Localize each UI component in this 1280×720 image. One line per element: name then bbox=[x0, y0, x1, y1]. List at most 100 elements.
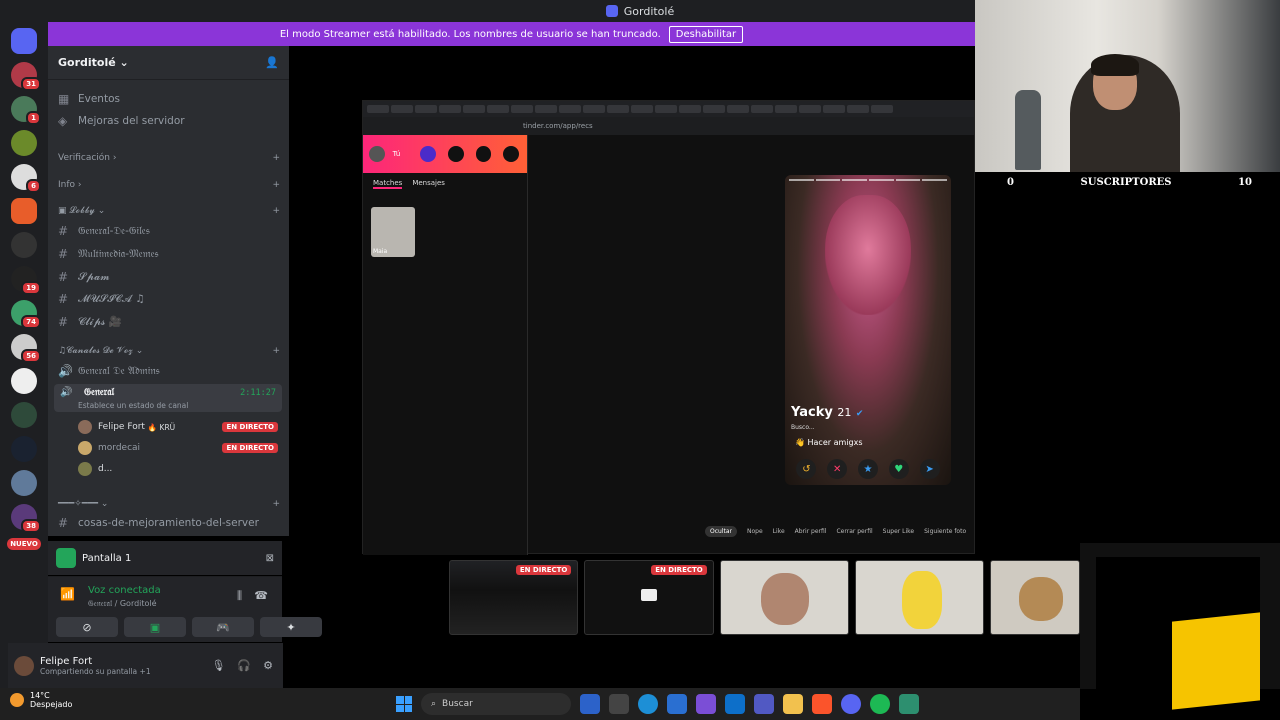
app-icon[interactable] bbox=[580, 694, 600, 714]
server-header[interactable]: Gorditolé ⌄ 👤 bbox=[48, 46, 289, 80]
windows-start-icon[interactable] bbox=[396, 696, 412, 712]
stream-thumbnail[interactable]: EN DIRECTO bbox=[449, 560, 579, 635]
shield-icon bbox=[503, 146, 520, 162]
microphone-icon[interactable]: 🎙 bbox=[211, 659, 225, 672]
participant-tile[interactable] bbox=[855, 560, 985, 635]
explore-icon bbox=[448, 146, 464, 162]
server-icon[interactable]: 56 bbox=[11, 334, 41, 363]
headphones-icon[interactable]: 🎧 bbox=[237, 659, 251, 672]
sidebar-item-boosts[interactable]: ◈ Mejoras del servidor bbox=[58, 112, 280, 130]
avatar[interactable] bbox=[14, 655, 34, 676]
server-icon[interactable] bbox=[11, 436, 37, 462]
soundboard-button[interactable]: ✦ bbox=[260, 617, 322, 637]
channel-mejoramiento[interactable]: # cosas-de-mejoramiento-del-server bbox=[58, 514, 280, 532]
server-icon[interactable] bbox=[11, 470, 37, 496]
discord-icon[interactable] bbox=[841, 694, 861, 714]
voice-channel-admins[interactable]: 🔊 𝔊𝔢𝔫𝔢𝔯𝔞𝔩 𝔇𝔢 𝔄𝔡𝔪𝔦𝔫𝔰 bbox=[58, 362, 280, 380]
new-badge: NUEVO bbox=[7, 538, 41, 550]
profile-photo bbox=[825, 195, 911, 315]
server-icon[interactable]: 74 bbox=[11, 300, 41, 329]
server-icon[interactable] bbox=[11, 368, 37, 394]
sidebar-item-events[interactable]: ▦ Eventos bbox=[58, 90, 280, 108]
server-icon[interactable]: 19 bbox=[11, 266, 41, 295]
copilot-icon[interactable] bbox=[696, 694, 716, 714]
photo-progress bbox=[789, 179, 948, 181]
channel-clips[interactable]: # 𝓒𝓵𝓲𝓹𝓼 🎥 bbox=[58, 313, 280, 331]
server-icon[interactable] bbox=[11, 402, 37, 428]
noise-suppression-icon[interactable]: ⫼ bbox=[237, 589, 242, 603]
avatar bbox=[78, 420, 92, 434]
folder-icon[interactable] bbox=[783, 694, 803, 714]
edge-icon[interactable] bbox=[638, 694, 658, 714]
participant-tile[interactable] bbox=[990, 560, 1080, 635]
server-icon[interactable] bbox=[11, 198, 37, 224]
screen-share-button[interactable]: ▣ bbox=[124, 617, 186, 637]
browser-url-bar: tinder.com/app/recs bbox=[363, 117, 974, 135]
gear-icon[interactable]: ⚙ bbox=[263, 659, 273, 672]
server-icon[interactable]: 31 bbox=[11, 62, 41, 91]
outlook-icon[interactable] bbox=[725, 694, 745, 714]
browser-tab bbox=[823, 105, 845, 113]
server-icon[interactable]: 1 bbox=[11, 96, 41, 125]
add-channel-icon[interactable]: + bbox=[272, 153, 280, 163]
participant-tile[interactable] bbox=[719, 560, 850, 635]
disable-streamer-button[interactable]: Deshabilitar bbox=[668, 25, 744, 43]
hash-icon: # bbox=[58, 270, 69, 284]
screen-share-panel[interactable]: Pantalla 1 ⊠ bbox=[48, 541, 282, 575]
add-channel-icon[interactable]: + bbox=[272, 180, 280, 190]
webcam-feed bbox=[975, 0, 1280, 172]
channel-multimedia-memes[interactable]: # 𝔐𝔲𝔩𝔱𝔦𝔪𝔢𝔡𝔦𝔞-𝔐𝔢𝔪𝔢𝔰 bbox=[58, 245, 280, 263]
channel-musica[interactable]: # 𝓜𝓤𝓢𝓘𝓒𝓐 ♫ bbox=[58, 290, 280, 308]
brave-icon[interactable] bbox=[812, 694, 832, 714]
hash-icon: # bbox=[58, 224, 69, 238]
browser-tab bbox=[727, 105, 749, 113]
category-lobby[interactable]: ▣ 𝓛𝓸𝓫𝓫𝔂 ⌄ + bbox=[58, 206, 280, 216]
category-verification[interactable]: Verificación › + bbox=[58, 153, 280, 163]
hash-icon: # bbox=[58, 247, 69, 261]
chevron-down-icon: ⌄ bbox=[119, 56, 129, 69]
browser-tab bbox=[799, 105, 821, 113]
avatar bbox=[78, 441, 92, 455]
add-channel-icon[interactable]: + bbox=[272, 206, 280, 216]
spotify-icon[interactable] bbox=[870, 694, 890, 714]
app-icon[interactable] bbox=[899, 694, 919, 714]
voice-channel-general[interactable]: 🔊 𝔊𝔢𝔫𝔢𝔯𝔞𝔩 Establece un estado de canal 2… bbox=[54, 384, 282, 412]
taskbar-search[interactable]: ⌕ Buscar bbox=[421, 693, 571, 715]
briefcase-icon bbox=[475, 146, 492, 162]
add-member-icon[interactable]: 👤 bbox=[265, 56, 279, 69]
category-info[interactable]: Info › + bbox=[58, 180, 280, 190]
server-icon[interactable] bbox=[11, 130, 37, 156]
server-name: Gorditolé bbox=[58, 56, 116, 69]
server-icon[interactable]: 38 bbox=[11, 504, 41, 533]
channel-general-de-giles[interactable]: # 𝔊𝔢𝔫𝔢𝔯𝔞𝔩-𝔇𝔢-𝔊𝔦𝔩𝔢𝔰 bbox=[58, 222, 280, 240]
category-voice[interactable]: ♫𝓒𝓪𝓷𝓪𝓵𝓮𝓼 𝓓𝓮 𝓥𝓸𝔃 ⌄ + bbox=[58, 346, 280, 356]
popout-icon[interactable]: ⊠ bbox=[266, 553, 274, 564]
bottle-image bbox=[1015, 90, 1041, 170]
task-view-icon[interactable] bbox=[609, 694, 629, 714]
category-separator[interactable]: ━━━✧━━━ ⌄ + bbox=[58, 499, 280, 509]
user-panel: Felipe Fort Compartiendo su pantalla +1 … bbox=[8, 643, 283, 688]
add-channel-icon[interactable]: + bbox=[272, 346, 280, 356]
voice-member[interactable]: Felipe Fort 🔥 KRÜ EN DIRECTO bbox=[78, 418, 278, 436]
subscriber-bar: 0 SUSCRIPTORES 10 bbox=[1007, 176, 1252, 188]
voice-member[interactable]: d... bbox=[78, 460, 278, 478]
keyboard-hints: Ocultar Nope Like Abrir perfil Cerrar pe… bbox=[705, 526, 966, 537]
channel-spam[interactable]: # 𝓢𝓹𝓪𝓶 bbox=[58, 268, 280, 286]
voice-member[interactable]: mordecai EN DIRECTO bbox=[78, 439, 278, 457]
add-channel-icon[interactable]: + bbox=[272, 499, 280, 509]
server-icon[interactable] bbox=[11, 232, 37, 258]
weather-widget[interactable]: 14°C Despejado bbox=[10, 691, 72, 709]
browser-tab bbox=[391, 105, 413, 113]
stream-thumbnail[interactable]: EN DIRECTO bbox=[584, 560, 714, 635]
tinder-tabs: Matches Mensajes bbox=[373, 179, 445, 189]
store-icon[interactable] bbox=[667, 694, 687, 714]
verified-icon: ✔ bbox=[855, 409, 864, 419]
speaker-icon: 🔊 bbox=[58, 364, 73, 378]
camera-off-button[interactable]: ⊘ bbox=[56, 617, 118, 637]
discord-home-icon[interactable] bbox=[11, 28, 37, 54]
teams-icon[interactable] bbox=[754, 694, 774, 714]
activities-button[interactable]: 🎮 bbox=[192, 617, 254, 637]
banner-text: El modo Streamer está habilitado. Los no… bbox=[279, 28, 661, 40]
disconnect-icon[interactable]: ☎ bbox=[254, 589, 268, 602]
server-icon[interactable]: 6 bbox=[11, 164, 41, 193]
